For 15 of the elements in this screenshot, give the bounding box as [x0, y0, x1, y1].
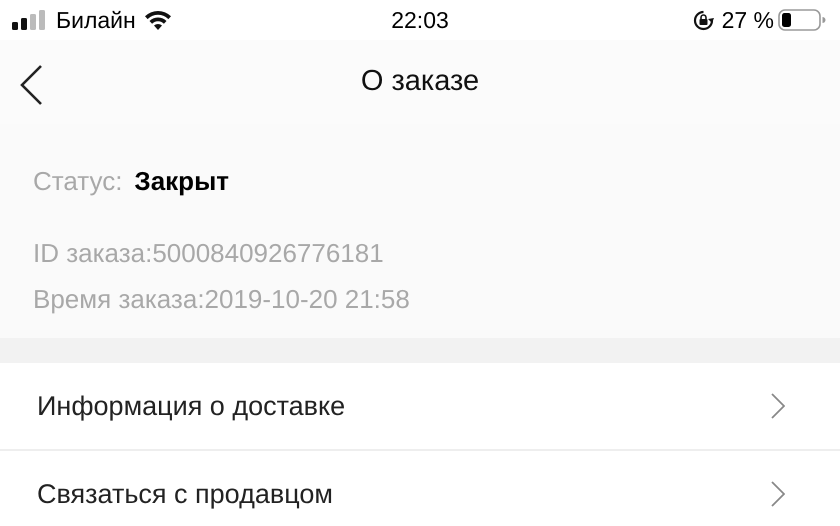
order-id: ID заказа:5000840926776181	[33, 238, 384, 268]
status-label: Статус:	[33, 166, 122, 196]
battery-percent: 27 %	[722, 6, 774, 35]
chevron-right-icon	[771, 393, 785, 419]
chevron-right-icon	[771, 481, 785, 507]
clock-time: 22:03	[391, 6, 449, 33]
status-value: Закрыт	[134, 166, 230, 196]
wifi-icon	[144, 10, 172, 30]
rotation-lock-icon	[692, 10, 714, 30]
carrier-name: Билайн	[56, 6, 136, 35]
page-title: О заказе	[360, 64, 480, 100]
order-time: Время заказа:2019-10-20 21:58	[33, 284, 410, 314]
back-button[interactable]	[18, 64, 44, 106]
signal-icon	[12, 10, 48, 30]
battery-icon	[778, 9, 826, 31]
